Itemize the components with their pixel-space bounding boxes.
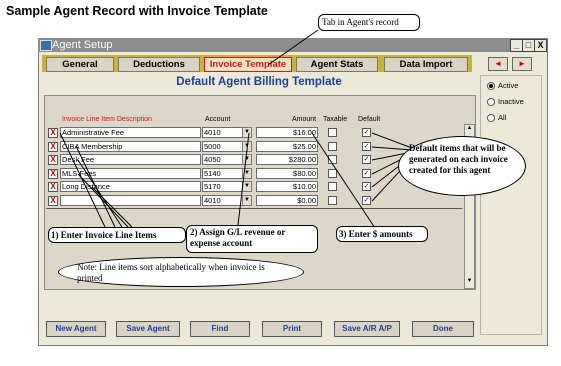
callout-line-items: 1) Enter Invoice Line Items bbox=[48, 227, 186, 243]
callout-amounts: 3) Enter $ amounts bbox=[336, 226, 428, 242]
callout-sort-note: Note: Line items sort alphabetically whe… bbox=[58, 257, 304, 287]
callout-tab: Tab in Agent's record bbox=[318, 14, 420, 31]
callout-default-items: Default items that will be generated on … bbox=[398, 136, 526, 196]
callout-gl-account: 2) Assign G/L revenue or expense account bbox=[186, 225, 318, 253]
